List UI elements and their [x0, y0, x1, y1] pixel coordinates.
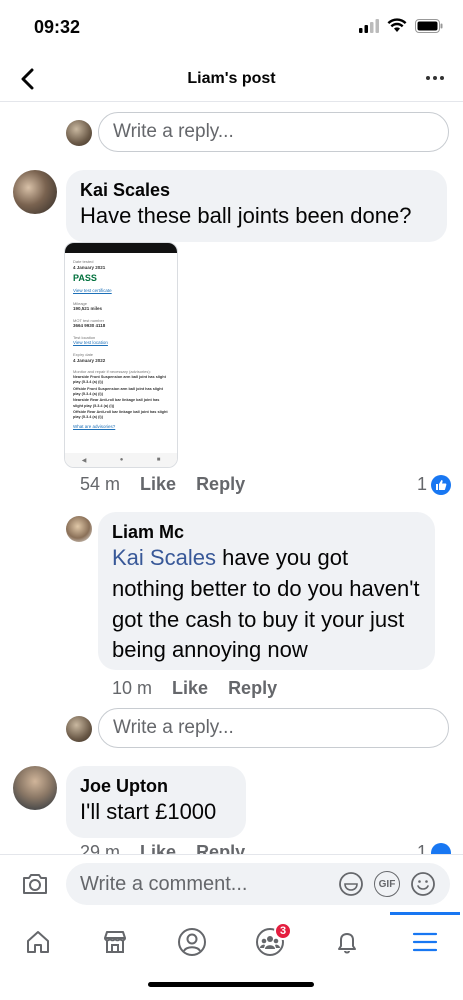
comment-bubble: Liam Mc Kai Scales have you got nothing …	[98, 512, 435, 670]
avatar	[66, 120, 92, 146]
hamburger-menu-icon	[412, 932, 438, 952]
avatar[interactable]	[13, 170, 57, 214]
attachment-image[interactable]: Date tested 4 January 2021 PASS View tes…	[64, 242, 178, 468]
reply-button[interactable]: Reply	[196, 474, 245, 495]
attachment-content: Date tested 4 January 2021 PASS View tes…	[65, 253, 177, 443]
attachment-value: 4 January 2022	[73, 358, 106, 364]
comments-list[interactable]: Write a reply... Kai Scales Have these b…	[0, 102, 463, 854]
attachment-link: What are advisories?	[73, 424, 116, 430]
status-icons	[359, 18, 443, 33]
attachment-value: 3664 9930 4118	[73, 323, 106, 329]
comment-text: Have these ball joints been done?	[80, 203, 412, 228]
gif-icon[interactable]: GIF	[374, 871, 400, 897]
sticker-icon[interactable]	[338, 871, 364, 897]
comment-bubble: Kai Scales Have these ball joints been d…	[66, 170, 447, 242]
home-icon	[27, 931, 49, 953]
like-button[interactable]: Like	[140, 842, 176, 854]
comment-time: 54 m	[80, 474, 121, 494]
like-button[interactable]: Like	[172, 678, 208, 699]
more-options-button[interactable]	[423, 68, 447, 88]
comment-text: Kai Scales have you got nothing better t…	[112, 543, 421, 666]
attachment-link: View test certificate	[73, 288, 112, 294]
reply-button[interactable]: Reply	[196, 842, 245, 854]
back-triangle-icon: ◀	[81, 457, 87, 464]
tab-groups[interactable]: 3	[248, 920, 292, 964]
comment-bubble: Joe Upton I'll start £1000	[66, 766, 246, 838]
thumbs-up-icon	[431, 474, 451, 495]
reply-input[interactable]: Write a reply...	[98, 708, 449, 748]
camera-icon	[23, 874, 47, 894]
active-tab-indicator	[390, 912, 460, 915]
avatar[interactable]	[13, 766, 57, 810]
emoji-icon[interactable]	[410, 871, 436, 897]
page-title: Liam's post	[187, 70, 276, 87]
profile-icon	[178, 928, 206, 956]
comment-text: I'll start £1000	[80, 799, 217, 824]
comment-author[interactable]: Liam Mc	[112, 522, 421, 543]
attachment-advisory: Offside Rear Anti-roll bar linkage ball …	[73, 409, 168, 420]
battery-icon	[415, 18, 443, 33]
comment-meta: 29 m Like Reply	[80, 842, 265, 854]
dot-icon	[433, 76, 437, 80]
thumbs-up-icon	[431, 842, 451, 854]
reply-button[interactable]: Reply	[228, 678, 277, 699]
like-button[interactable]: Like	[140, 474, 176, 495]
signal-icon	[359, 18, 379, 33]
post-header: Liam's post	[0, 56, 463, 102]
comment-input[interactable]: Write a comment... GIF	[66, 863, 450, 905]
comment-composer: Write a comment... GIF	[0, 854, 463, 912]
tab-profile[interactable]	[170, 920, 214, 964]
attachment-link: View test location	[73, 340, 108, 346]
comment-author[interactable]: Joe Upton	[80, 776, 232, 797]
attachment-advisory: Nearside Front Suspension arm ball joint…	[73, 374, 166, 385]
tab-bar: 3	[0, 912, 463, 1000]
attachment-status-bar	[65, 243, 177, 253]
attachment-result: PASS	[73, 272, 97, 283]
status-bar: 09:32	[0, 0, 463, 56]
avatar[interactable]	[66, 516, 92, 542]
like-count-value: 1	[416, 474, 427, 494]
dot-icon	[440, 76, 444, 80]
comment-meta: 54 m Like Reply	[80, 474, 265, 495]
attachment-value: 4 January 2021	[73, 264, 106, 270]
reply-input[interactable]: Write a reply...	[98, 112, 449, 152]
comment-meta: 10 m Like Reply	[112, 678, 297, 699]
composer-icons: GIF	[338, 863, 436, 905]
tab-menu[interactable]	[403, 920, 447, 964]
tab-marketplace[interactable]	[93, 920, 137, 964]
tab-notifications[interactable]	[325, 920, 369, 964]
like-count[interactable]: 1	[417, 474, 451, 495]
comment-time: 10 m	[112, 678, 153, 698]
attachment-advisory: Offside Front Suspension arm ball joint …	[73, 386, 163, 396]
marketplace-icon	[104, 931, 126, 953]
bell-icon	[338, 933, 356, 954]
home-indicator	[148, 982, 314, 987]
attachment-value: 190,521 miles	[73, 306, 103, 312]
notification-badge: 3	[274, 922, 292, 940]
comment-placeholder: Write a comment...	[80, 872, 248, 895]
home-circle-icon: ●	[119, 457, 124, 463]
comment-time: 29 m	[80, 842, 121, 854]
square-icon: ■	[156, 457, 161, 463]
like-count-value: 1	[416, 842, 427, 854]
attachment-nav-bar: ◀ ● ■	[65, 453, 177, 467]
attachment-advisory: Nearside Rear Anti-roll bar linkage ball…	[73, 398, 160, 408]
camera-button[interactable]	[20, 869, 50, 899]
avatar	[66, 716, 92, 742]
dot-icon	[426, 76, 430, 80]
wifi-icon	[387, 18, 407, 32]
tab-home[interactable]	[16, 920, 60, 964]
comment-author[interactable]: Kai Scales	[80, 180, 433, 201]
mention-link[interactable]: Kai Scales	[112, 545, 216, 570]
status-time: 09:32	[34, 17, 81, 37]
like-count[interactable]: 1	[417, 842, 451, 854]
